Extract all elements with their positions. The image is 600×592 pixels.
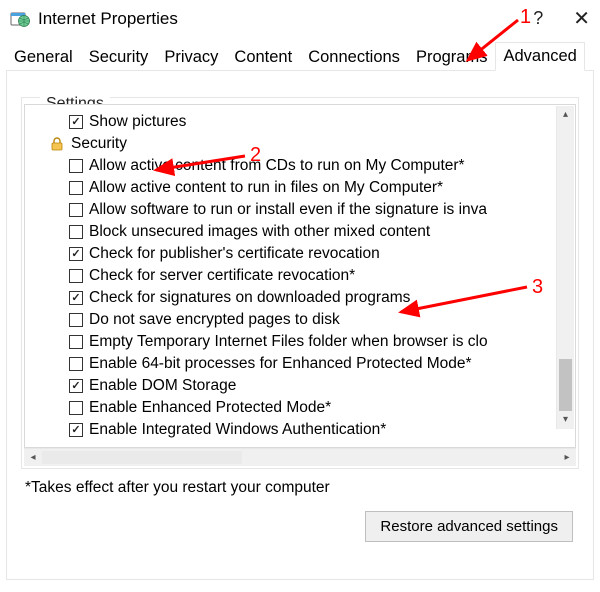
checkbox[interactable] bbox=[69, 203, 83, 217]
vscroll-track[interactable] bbox=[557, 124, 574, 411]
hscroll-thumb[interactable] bbox=[42, 451, 242, 464]
settings-list-wrap: Show picturesSecurityAllow active conten… bbox=[24, 104, 576, 466]
scroll-right-icon[interactable]: ▸ bbox=[558, 449, 576, 466]
item-label: Enable 64-bit processes for Enhanced Pro… bbox=[89, 353, 472, 375]
settings-item[interactable]: Check for signatures on downloaded progr… bbox=[25, 287, 575, 309]
checkbox[interactable] bbox=[69, 159, 83, 173]
titlebar: Internet Properties ? ✕ bbox=[0, 0, 600, 41]
item-label: Block unsecured images with other mixed … bbox=[89, 221, 430, 243]
vscroll-thumb[interactable] bbox=[559, 359, 572, 411]
scroll-up-icon[interactable]: ▴ bbox=[557, 106, 574, 124]
tab-security[interactable]: Security bbox=[81, 43, 157, 71]
item-label: Do not save encrypted pages to disk bbox=[89, 309, 340, 331]
item-label: Empty Temporary Internet Files folder wh… bbox=[89, 331, 488, 353]
settings-item[interactable]: Check for server certificate revocation* bbox=[25, 265, 575, 287]
tab-strip: GeneralSecurityPrivacyContentConnections… bbox=[0, 41, 600, 70]
item-label: Security bbox=[71, 133, 127, 155]
checkbox[interactable] bbox=[69, 291, 83, 305]
item-label: Allow active content to run in files on … bbox=[89, 177, 443, 199]
restore-advanced-button[interactable]: Restore advanced settings bbox=[365, 511, 573, 542]
tab-content[interactable]: Content bbox=[226, 43, 300, 71]
checkbox[interactable] bbox=[69, 247, 83, 261]
checkbox[interactable] bbox=[69, 401, 83, 415]
checkbox[interactable] bbox=[69, 357, 83, 371]
checkbox[interactable] bbox=[69, 225, 83, 239]
item-label: Allow active content from CDs to run on … bbox=[89, 155, 465, 177]
checkbox[interactable] bbox=[69, 181, 83, 195]
scroll-left-icon[interactable]: ◂ bbox=[24, 449, 42, 466]
settings-item[interactable]: Block unsecured images with other mixed … bbox=[25, 221, 575, 243]
vertical-scrollbar[interactable]: ▴ ▾ bbox=[556, 106, 574, 429]
settings-item[interactable]: Show pictures bbox=[25, 111, 575, 133]
item-label: Enable Integrated Windows Authentication… bbox=[89, 419, 386, 441]
checkbox[interactable] bbox=[69, 313, 83, 327]
hscroll-track[interactable] bbox=[42, 449, 558, 466]
horizontal-scrollbar[interactable]: ◂ ▸ bbox=[24, 448, 576, 466]
settings-item[interactable]: Do not save encrypted pages to disk bbox=[25, 309, 575, 331]
item-label: Enable DOM Storage bbox=[89, 375, 236, 397]
checkbox[interactable] bbox=[69, 269, 83, 283]
item-label: Enable Enhanced Protected Mode* bbox=[89, 397, 331, 419]
button-row: Restore advanced settings bbox=[21, 511, 579, 542]
checkbox[interactable] bbox=[69, 423, 83, 437]
item-label: Check for server certificate revocation* bbox=[89, 265, 355, 287]
tab-programs[interactable]: Programs bbox=[408, 43, 496, 71]
help-button[interactable]: ? bbox=[533, 8, 543, 29]
settings-item[interactable]: Allow software to run or install even if… bbox=[25, 199, 575, 221]
settings-item[interactable]: Enable Enhanced Protected Mode* bbox=[25, 397, 575, 419]
section-header: Security bbox=[25, 133, 575, 155]
checkbox[interactable] bbox=[69, 379, 83, 393]
checkbox[interactable] bbox=[69, 115, 83, 129]
internet-options-icon bbox=[10, 9, 30, 29]
tab-general[interactable]: General bbox=[6, 43, 81, 71]
close-button[interactable]: ✕ bbox=[573, 9, 590, 29]
window-title: Internet Properties bbox=[38, 9, 533, 29]
settings-list[interactable]: Show picturesSecurityAllow active conten… bbox=[24, 104, 576, 448]
settings-item[interactable]: Allow active content from CDs to run on … bbox=[25, 155, 575, 177]
tab-privacy[interactable]: Privacy bbox=[156, 43, 226, 71]
settings-item[interactable]: Enable DOM Storage bbox=[25, 375, 575, 397]
tab-connections[interactable]: Connections bbox=[300, 43, 408, 71]
restart-note: *Takes effect after you restart your com… bbox=[25, 479, 579, 497]
tab-panel-advanced: Settings Show picturesSecurityAllow acti… bbox=[6, 70, 594, 580]
item-label: Check for publisher's certificate revoca… bbox=[89, 243, 380, 265]
checkbox[interactable] bbox=[69, 335, 83, 349]
item-label: Allow software to run or install even if… bbox=[89, 199, 487, 221]
settings-item[interactable]: Empty Temporary Internet Files folder wh… bbox=[25, 331, 575, 353]
scroll-down-icon[interactable]: ▾ bbox=[557, 411, 574, 429]
item-label: Check for signatures on downloaded progr… bbox=[89, 287, 410, 309]
tab-advanced[interactable]: Advanced bbox=[495, 42, 584, 71]
settings-item[interactable]: Enable 64-bit processes for Enhanced Pro… bbox=[25, 353, 575, 375]
settings-item[interactable]: Check for publisher's certificate revoca… bbox=[25, 243, 575, 265]
item-label: Show pictures bbox=[89, 111, 186, 133]
lock-icon bbox=[49, 136, 65, 152]
settings-item[interactable]: Enable Integrated Windows Authentication… bbox=[25, 419, 575, 441]
settings-fieldset: Settings Show picturesSecurityAllow acti… bbox=[21, 97, 579, 469]
settings-item[interactable]: Allow active content to run in files on … bbox=[25, 177, 575, 199]
